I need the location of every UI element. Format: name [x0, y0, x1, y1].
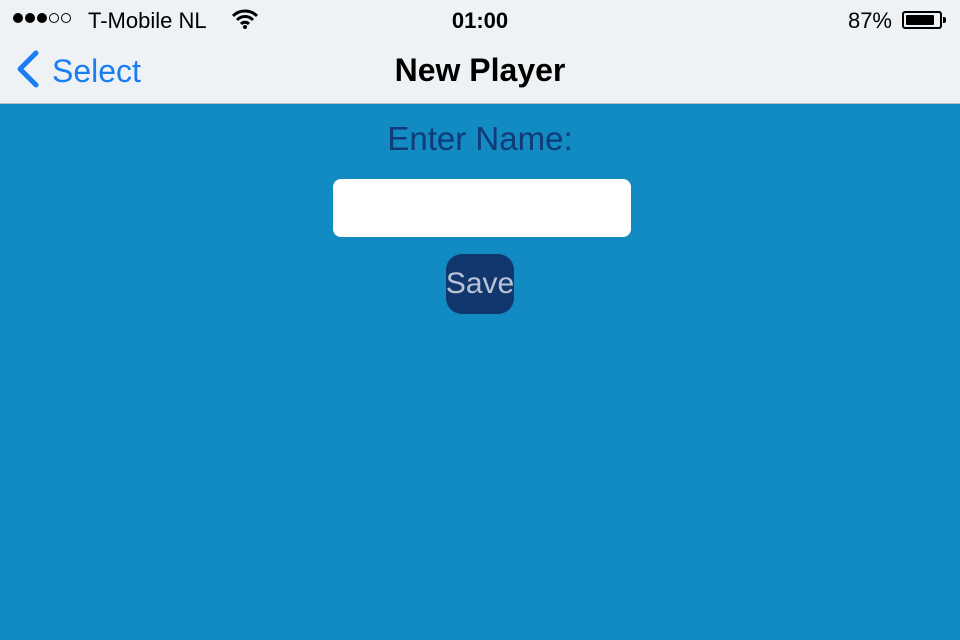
top-bar: T-Mobile NL 01:00 87% Select New Player — [0, 0, 960, 104]
player-name-input[interactable] — [333, 179, 631, 237]
save-button-label: Save — [445, 267, 515, 300]
battery-level-fill — [906, 15, 934, 25]
name-prompt-label: Enter Name: — [387, 120, 573, 157]
save-button[interactable]: Save — [446, 254, 514, 314]
battery-icon — [902, 11, 946, 29]
status-bar: T-Mobile NL 01:00 87% — [0, 0, 960, 40]
page-title: New Player — [394, 52, 566, 88]
status-time: 01:00 — [451, 8, 509, 33]
battery-percentage: 87% — [847, 8, 892, 33]
